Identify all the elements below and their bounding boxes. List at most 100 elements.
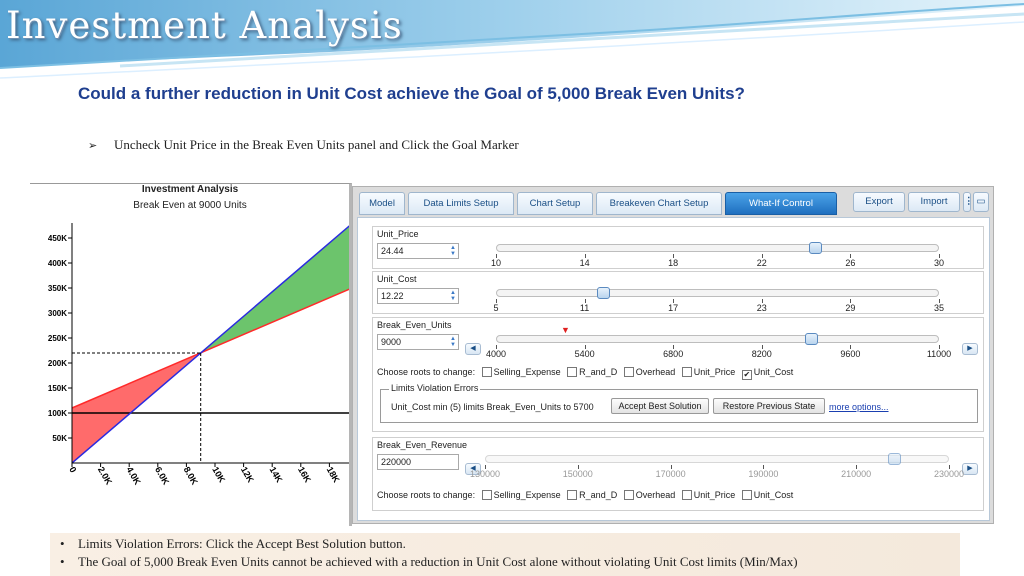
tick-label: 210000 (836, 465, 876, 479)
checkbox-label: Selling_Expense (493, 367, 561, 377)
break-even-units-value: 9000 (381, 337, 402, 347)
unit-price-spinner[interactable]: 24.44 ▲ ▼ (377, 243, 459, 259)
tick-label: 17 (653, 299, 693, 313)
goal-marker-icon[interactable]: ▼ (561, 325, 570, 335)
tick-label: 11000 (919, 345, 959, 359)
y-tick-label: 450K (48, 234, 67, 243)
checkbox-label: Selling_Expense (493, 490, 561, 500)
slide-header: Investment Analysis (0, 0, 1024, 90)
x-tick-label: 4.0K (124, 465, 142, 487)
break-even-units-slider-thumb[interactable] (805, 333, 818, 345)
y-tick-label: 300K (48, 309, 67, 318)
checkbox-unit-price[interactable] (681, 367, 692, 377)
limits-violation-legend: Limits Violation Errors (389, 383, 481, 393)
checkbox-r-and-d[interactable] (567, 367, 578, 377)
more-options-link[interactable]: more options... (829, 402, 889, 412)
checkbox-label: Overhead (635, 490, 676, 500)
unit-price-slider-thumb[interactable] (809, 242, 822, 254)
window-icon[interactable]: ▭ (973, 192, 989, 212)
spinner-arrows-icon[interactable]: ▲ ▼ (449, 290, 457, 302)
checkbox-overhead[interactable] (623, 490, 634, 500)
note-item: • Limits Violation Errors: Click the Acce… (60, 536, 406, 552)
tick-label: 230000 (929, 465, 969, 479)
break-even-units-slider-track[interactable] (496, 335, 939, 343)
x-tick-label: 2.0K (96, 465, 114, 487)
roots-selector-2: Choose roots to change: Selling_Expense … (377, 490, 793, 500)
tab-data-limits-setup[interactable]: Data Limits Setup (408, 192, 514, 215)
y-tick-label: 50K (52, 434, 67, 443)
accept-best-solution-button[interactable]: Accept Best Solution (611, 398, 709, 414)
break-even-units-ticks: 4000 5400 6800 8200 9600 11000 (486, 345, 951, 365)
x-tick-label: 10K (210, 465, 227, 485)
checkbox-selling-expense[interactable] (481, 367, 492, 377)
checkbox-label: Unit_Cost (753, 490, 794, 500)
tab-what-if-control[interactable]: What-If Control (725, 192, 837, 215)
tick-label: 8200 (742, 345, 782, 359)
tick-label: 4000 (476, 345, 516, 359)
instruction-text: Uncheck Unit Price in the Break Even Uni… (114, 137, 519, 152)
y-tick-label: 200K (48, 359, 67, 368)
tick-label: 26 (830, 254, 870, 268)
tab-breakeven-chart-setup[interactable]: Breakeven Chart Setup (596, 192, 722, 215)
break-even-revenue-slider-track[interactable] (485, 455, 949, 463)
unit-price-value: 24.44 (381, 246, 404, 256)
roots-label: Choose roots to change: (377, 367, 476, 377)
tick-label: 170000 (651, 465, 691, 479)
unit-cost-slider-track[interactable] (496, 289, 939, 297)
break-even-units-label: Break_Even_Units (377, 320, 452, 330)
break-even-revenue-label: Break_Even_Revenue (377, 440, 468, 450)
x-tick-label: 0 (67, 465, 78, 474)
spinner-arrows-icon[interactable]: ▲ ▼ (449, 245, 457, 257)
slider-right-arrow-icon[interactable]: ▶ (962, 343, 978, 355)
break-even-chart: Investment Analysis Break Even at 9000 U… (30, 183, 352, 526)
export-button[interactable]: Export (853, 192, 905, 212)
tick-label: 18 (653, 254, 693, 268)
x-tick-label: 8.0K (182, 465, 200, 487)
import-button[interactable]: Import (908, 192, 960, 212)
unit-cost-slider-thumb[interactable] (597, 287, 610, 299)
checkbox-label: R_and_D (579, 490, 618, 500)
unit-price-slider-track[interactable] (496, 244, 939, 252)
checkbox-label: R_and_D (579, 367, 618, 377)
break-even-revenue-slider-thumb[interactable] (888, 453, 901, 465)
tick-label: 10 (476, 254, 516, 268)
tab-model[interactable]: Model (359, 192, 405, 215)
checkbox-label: Unit_Price (693, 367, 736, 377)
unit-cost-spinner[interactable]: 12.22 ▲ ▼ (377, 288, 459, 304)
checkbox-unit-price[interactable] (681, 490, 692, 500)
checkbox-label: Unit_Cost (753, 367, 794, 377)
tick-label: 5 (476, 299, 516, 313)
tab-chart-setup[interactable]: Chart Setup (517, 192, 593, 215)
checkbox-label: Overhead (635, 367, 676, 377)
roots-label: Choose roots to change: (377, 490, 476, 500)
break-even-revenue-spinner[interactable]: 220000 (377, 454, 459, 470)
what-if-panel: Model Data Limits Setup Chart Setup Brea… (352, 186, 994, 524)
revenue-line (72, 225, 349, 463)
x-tick-label: 18K (325, 465, 342, 485)
note-item: • The Goal of 5,000 Break Even Units cann… (60, 554, 798, 570)
checkbox-selling-expense[interactable] (481, 490, 492, 500)
what-if-content: Unit_Price 24.44 ▲ ▼ 10 14 18 22 26 30 Uni… (357, 217, 990, 521)
x-tick-label: 6.0K (153, 465, 171, 487)
chart-plot: 450K 400K 350K 300K 250K 200K 150K 100K 50K 0 2.0K… (48, 223, 349, 487)
unit-price-label: Unit_Price (377, 229, 419, 239)
x-tick-label: 14K (267, 465, 284, 485)
break-even-revenue-ticks: 130000 150000 170000 190000 210000 23000… (470, 465, 964, 485)
limits-violation-message: Unit_Cost min (5) limits Break_Even_Unit… (391, 402, 594, 412)
checkbox-unit-cost[interactable]: ✔ (741, 370, 752, 380)
checkbox-r-and-d[interactable] (567, 490, 578, 500)
break-even-units-spinner[interactable]: 9000 ▲ ▼ (377, 334, 459, 350)
checkbox-overhead[interactable] (623, 367, 634, 377)
roots-selector-1: Choose roots to change: Selling_Expense … (377, 367, 793, 380)
spinner-arrows-icon[interactable]: ▲ ▼ (449, 336, 457, 348)
tick-label: 11 (565, 299, 605, 313)
instruction-bullet: ➢ Uncheck Unit Price in the Break Even Un… (88, 137, 519, 153)
y-tick-label: 400K (48, 259, 67, 268)
x-tick-label: 12K (239, 465, 256, 485)
restore-previous-state-button[interactable]: Restore Previous State (713, 398, 825, 414)
tick-label: 30 (919, 254, 959, 268)
tick-label: 190000 (743, 465, 783, 479)
more-vert-icon[interactable]: ⋮ (963, 192, 974, 212)
checkbox-unit-cost[interactable] (741, 490, 752, 500)
break-even-revenue-value: 220000 (381, 457, 412, 467)
